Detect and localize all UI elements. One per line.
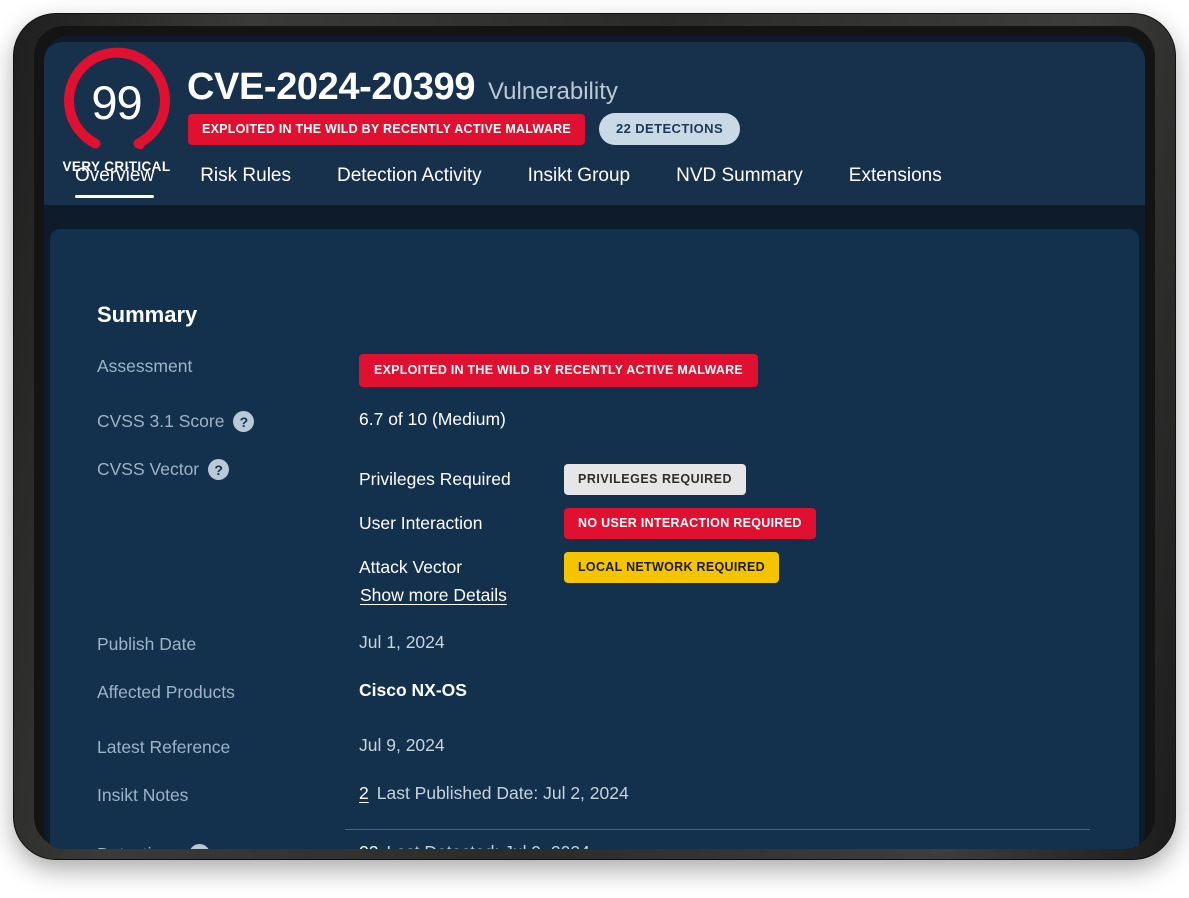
device-frame: 99 VERY CRITICAL CVE-2024-20399 Vulnerab… — [14, 14, 1175, 859]
detections-count-link[interactable]: 22 — [359, 842, 378, 849]
insikt-notes-value: 2 Last Published Date: Jul 2, 2024 — [359, 783, 1107, 804]
cvss-vector-values: Privileges Required PRIVILEGES REQUIRED … — [359, 457, 1107, 589]
insikt-notes-detail: Last Published Date: Jul 2, 2024 — [377, 783, 629, 803]
show-more-details-link[interactable]: Show more Details — [360, 585, 507, 605]
latest-reference-value: Jul 9, 2024 — [359, 735, 1107, 756]
assessment-badge: EXPLOITED IN THE WILD BY RECENTLY ACTIVE… — [359, 354, 758, 387]
tab-bar: Overview Risk Rules Detection Activity I… — [44, 165, 1145, 205]
row-divider — [345, 829, 1090, 830]
latest-reference-label-text: Latest Reference — [97, 737, 230, 758]
vector-badge-privileges-required: PRIVILEGES REQUIRED — [564, 464, 746, 495]
row-value-assessment: EXPLOITED IN THE WILD BY RECENTLY ACTIVE… — [359, 354, 1107, 387]
tab-extensions[interactable]: Extensions — [826, 165, 965, 198]
vector-row-user-interaction: User Interaction NO USER INTERACTION REQ… — [359, 501, 1107, 545]
tab-overview[interactable]: Overview — [52, 165, 177, 198]
affected-products-value: Cisco NX-OS — [359, 680, 1107, 701]
vector-badge-user-interaction: NO USER INTERACTION REQUIRED — [564, 508, 816, 539]
row-cvss-score: CVSS 3.1 Score ? 6.7 of 10 (Medium) — [97, 409, 1107, 432]
row-publish-date: Publish Date Jul 1, 2024 — [97, 632, 1107, 655]
title-row: CVE-2024-20399 Vulnerability — [187, 66, 618, 109]
help-icon-detections[interactable]: ? — [189, 844, 210, 849]
assessment-label-text: Assessment — [97, 356, 192, 377]
detections-detail: Last Detected: Jul 9, 2024 — [386, 842, 589, 849]
section-heading-summary: Summary — [97, 302, 197, 328]
page-title: CVE-2024-20399 — [187, 66, 475, 109]
screen: 99 VERY CRITICAL CVE-2024-20399 Vulnerab… — [44, 36, 1145, 849]
affected-products-label-text: Affected Products — [97, 682, 235, 703]
row-label-detections: Detections ? — [97, 842, 359, 849]
tab-insikt-group[interactable]: Insikt Group — [505, 165, 653, 198]
insikt-notes-label-text: Insikt Notes — [97, 785, 188, 806]
status-badge-exploited: EXPLOITED IN THE WILD BY RECENTLY ACTIVE… — [188, 114, 585, 145]
tab-risk-rules[interactable]: Risk Rules — [177, 165, 314, 198]
risk-gauge-ring: 99 — [61, 46, 173, 158]
row-detections: Detections ? 22 Last Detected: Jul 9, 202… — [97, 842, 1107, 849]
header-content-divider — [44, 205, 1145, 229]
cvss-vector-label-text: CVSS Vector — [97, 459, 199, 480]
tab-nvd-summary[interactable]: NVD Summary — [653, 165, 826, 198]
vector-row-privileges-required: Privileges Required PRIVILEGES REQUIRED — [359, 457, 1107, 501]
vector-row-attack-vector: Attack Vector LOCAL NETWORK REQUIRED — [359, 545, 1107, 589]
show-more-details-row: Show more Details — [360, 585, 507, 606]
detections-count-badge[interactable]: 22 DETECTIONS — [599, 113, 740, 145]
cvss-score-label-text: CVSS 3.1 Score — [97, 411, 224, 432]
risk-score-gauge: 99 VERY CRITICAL — [50, 46, 183, 174]
cvss-score-value: 6.7 of 10 (Medium) — [359, 409, 1107, 430]
tab-detection-activity[interactable]: Detection Activity — [314, 165, 505, 198]
vector-name-privileges-required: Privileges Required — [359, 469, 564, 490]
publish-date-label-text: Publish Date — [97, 634, 196, 655]
row-insikt-notes: Insikt Notes 2 Last Published Date: Jul 2… — [97, 783, 1107, 806]
insikt-notes-count-link[interactable]: 2 — [359, 783, 369, 803]
summary-panel: Summary Assessment EXPLOITED IN THE WILD… — [50, 229, 1139, 849]
page-subtitle: Vulnerability — [488, 78, 618, 106]
row-affected-products: Affected Products Cisco NX-OS — [97, 680, 1107, 703]
detections-value: 22 Last Detected: Jul 9, 2024 — [359, 842, 1107, 849]
row-label-latest-reference: Latest Reference — [97, 735, 359, 758]
header-badges: EXPLOITED IN THE WILD BY RECENTLY ACTIVE… — [188, 113, 740, 145]
risk-score-value: 99 — [61, 46, 173, 158]
publish-date-value: Jul 1, 2024 — [359, 632, 1107, 653]
detections-label-text: Detections — [97, 844, 180, 849]
page-header: 99 VERY CRITICAL CVE-2024-20399 Vulnerab… — [44, 42, 1145, 205]
help-icon-cvss-vector[interactable]: ? — [208, 459, 229, 480]
row-cvss-vector: CVSS Vector ? Privileges Required PRIVIL… — [97, 457, 1107, 589]
row-label-insikt-notes: Insikt Notes — [97, 783, 359, 806]
row-label-affected-products: Affected Products — [97, 680, 359, 703]
help-icon-cvss-score[interactable]: ? — [233, 411, 254, 432]
row-assessment: Assessment EXPLOITED IN THE WILD BY RECE… — [97, 354, 1107, 387]
row-label-publish-date: Publish Date — [97, 632, 359, 655]
vector-badge-attack-vector: LOCAL NETWORK REQUIRED — [564, 552, 779, 583]
vector-name-user-interaction: User Interaction — [359, 513, 564, 534]
row-label-assessment: Assessment — [97, 354, 359, 377]
vector-name-attack-vector: Attack Vector — [359, 557, 564, 578]
row-label-cvss-vector: CVSS Vector ? — [97, 457, 359, 480]
row-label-cvss-score: CVSS 3.1 Score ? — [97, 409, 359, 432]
row-latest-reference: Latest Reference Jul 9, 2024 — [97, 735, 1107, 758]
